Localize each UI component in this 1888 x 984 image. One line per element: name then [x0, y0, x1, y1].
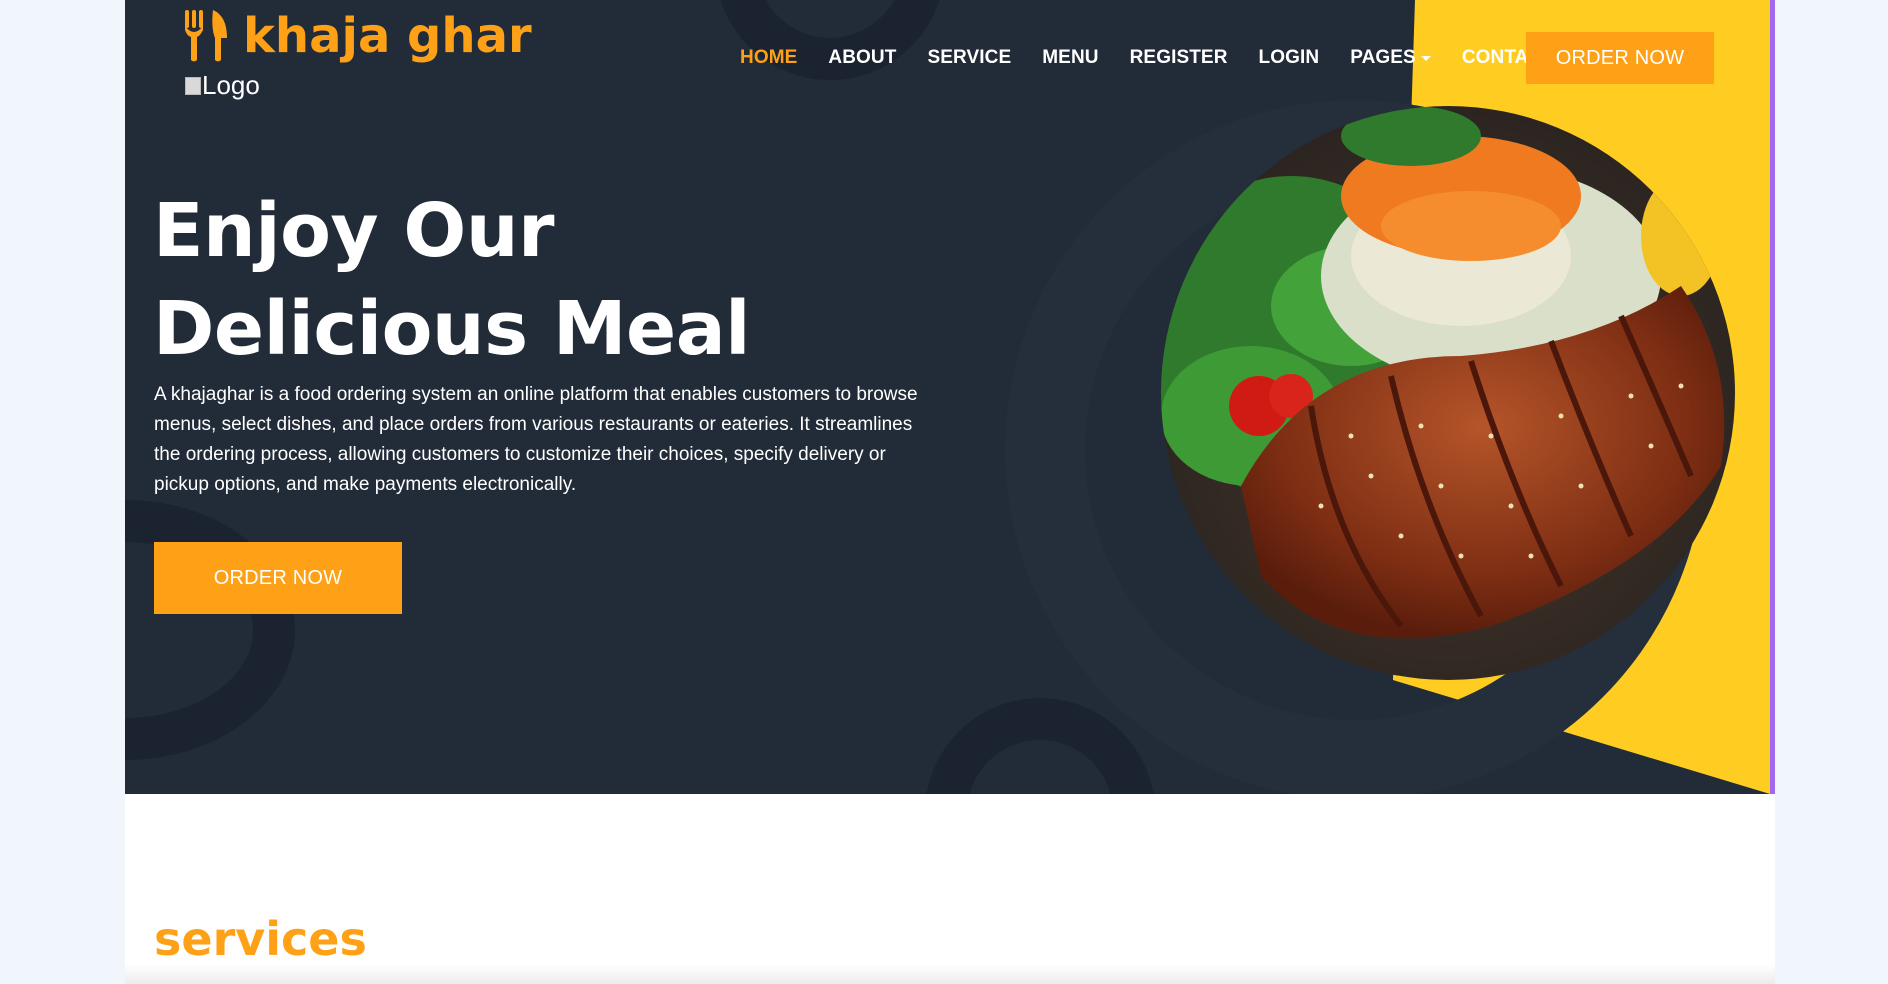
nav-service[interactable]: SERVICE — [927, 47, 1011, 69]
nav-login[interactable]: LOGIN — [1259, 47, 1320, 69]
nav-about[interactable]: ABOUT — [828, 47, 896, 69]
logo-alt-text: Logo — [202, 70, 260, 100]
hero-edge-border — [1770, 0, 1775, 794]
brand-logo[interactable]: khaja ghar — [183, 8, 532, 64]
logo-image-broken: Logo — [185, 70, 260, 101]
broken-image-icon — [185, 76, 201, 95]
hero-order-now-button[interactable]: ORDER NOW — [154, 542, 402, 614]
brand-name: khaja ghar — [243, 8, 532, 64]
hero-description: A khajaghar is a food ordering system an… — [154, 384, 918, 495]
nav-pages-dropdown[interactable]: PAGES — [1350, 47, 1431, 69]
hero-title-line1: Enjoy Our — [153, 188, 555, 274]
nav-register[interactable]: REGISTER — [1130, 47, 1228, 69]
hero-title-line2: Delicious Meal — [153, 286, 751, 372]
caret-down-icon — [1420, 55, 1431, 61]
main-nav: HOME ABOUT SERVICE MENU REGISTER LOGIN P… — [740, 44, 1554, 72]
hero-section: khaja ghar Logo HOME ABOUT SERVICE MENU … — [125, 0, 1775, 794]
utensils-icon — [185, 10, 227, 62]
hero-food-image — [1161, 106, 1735, 680]
nav-home[interactable]: HOME — [740, 47, 797, 69]
page: khaja ghar Logo HOME ABOUT SERVICE MENU … — [125, 0, 1775, 984]
nav-menu[interactable]: MENU — [1042, 47, 1098, 69]
nav-pages-label: PAGES — [1350, 47, 1416, 68]
services-title: services — [154, 912, 367, 966]
section-divider — [125, 964, 1775, 984]
hero-title: Enjoy Our Delicious Meal — [153, 182, 751, 378]
nav-order-now-button[interactable]: ORDER NOW — [1526, 32, 1714, 84]
